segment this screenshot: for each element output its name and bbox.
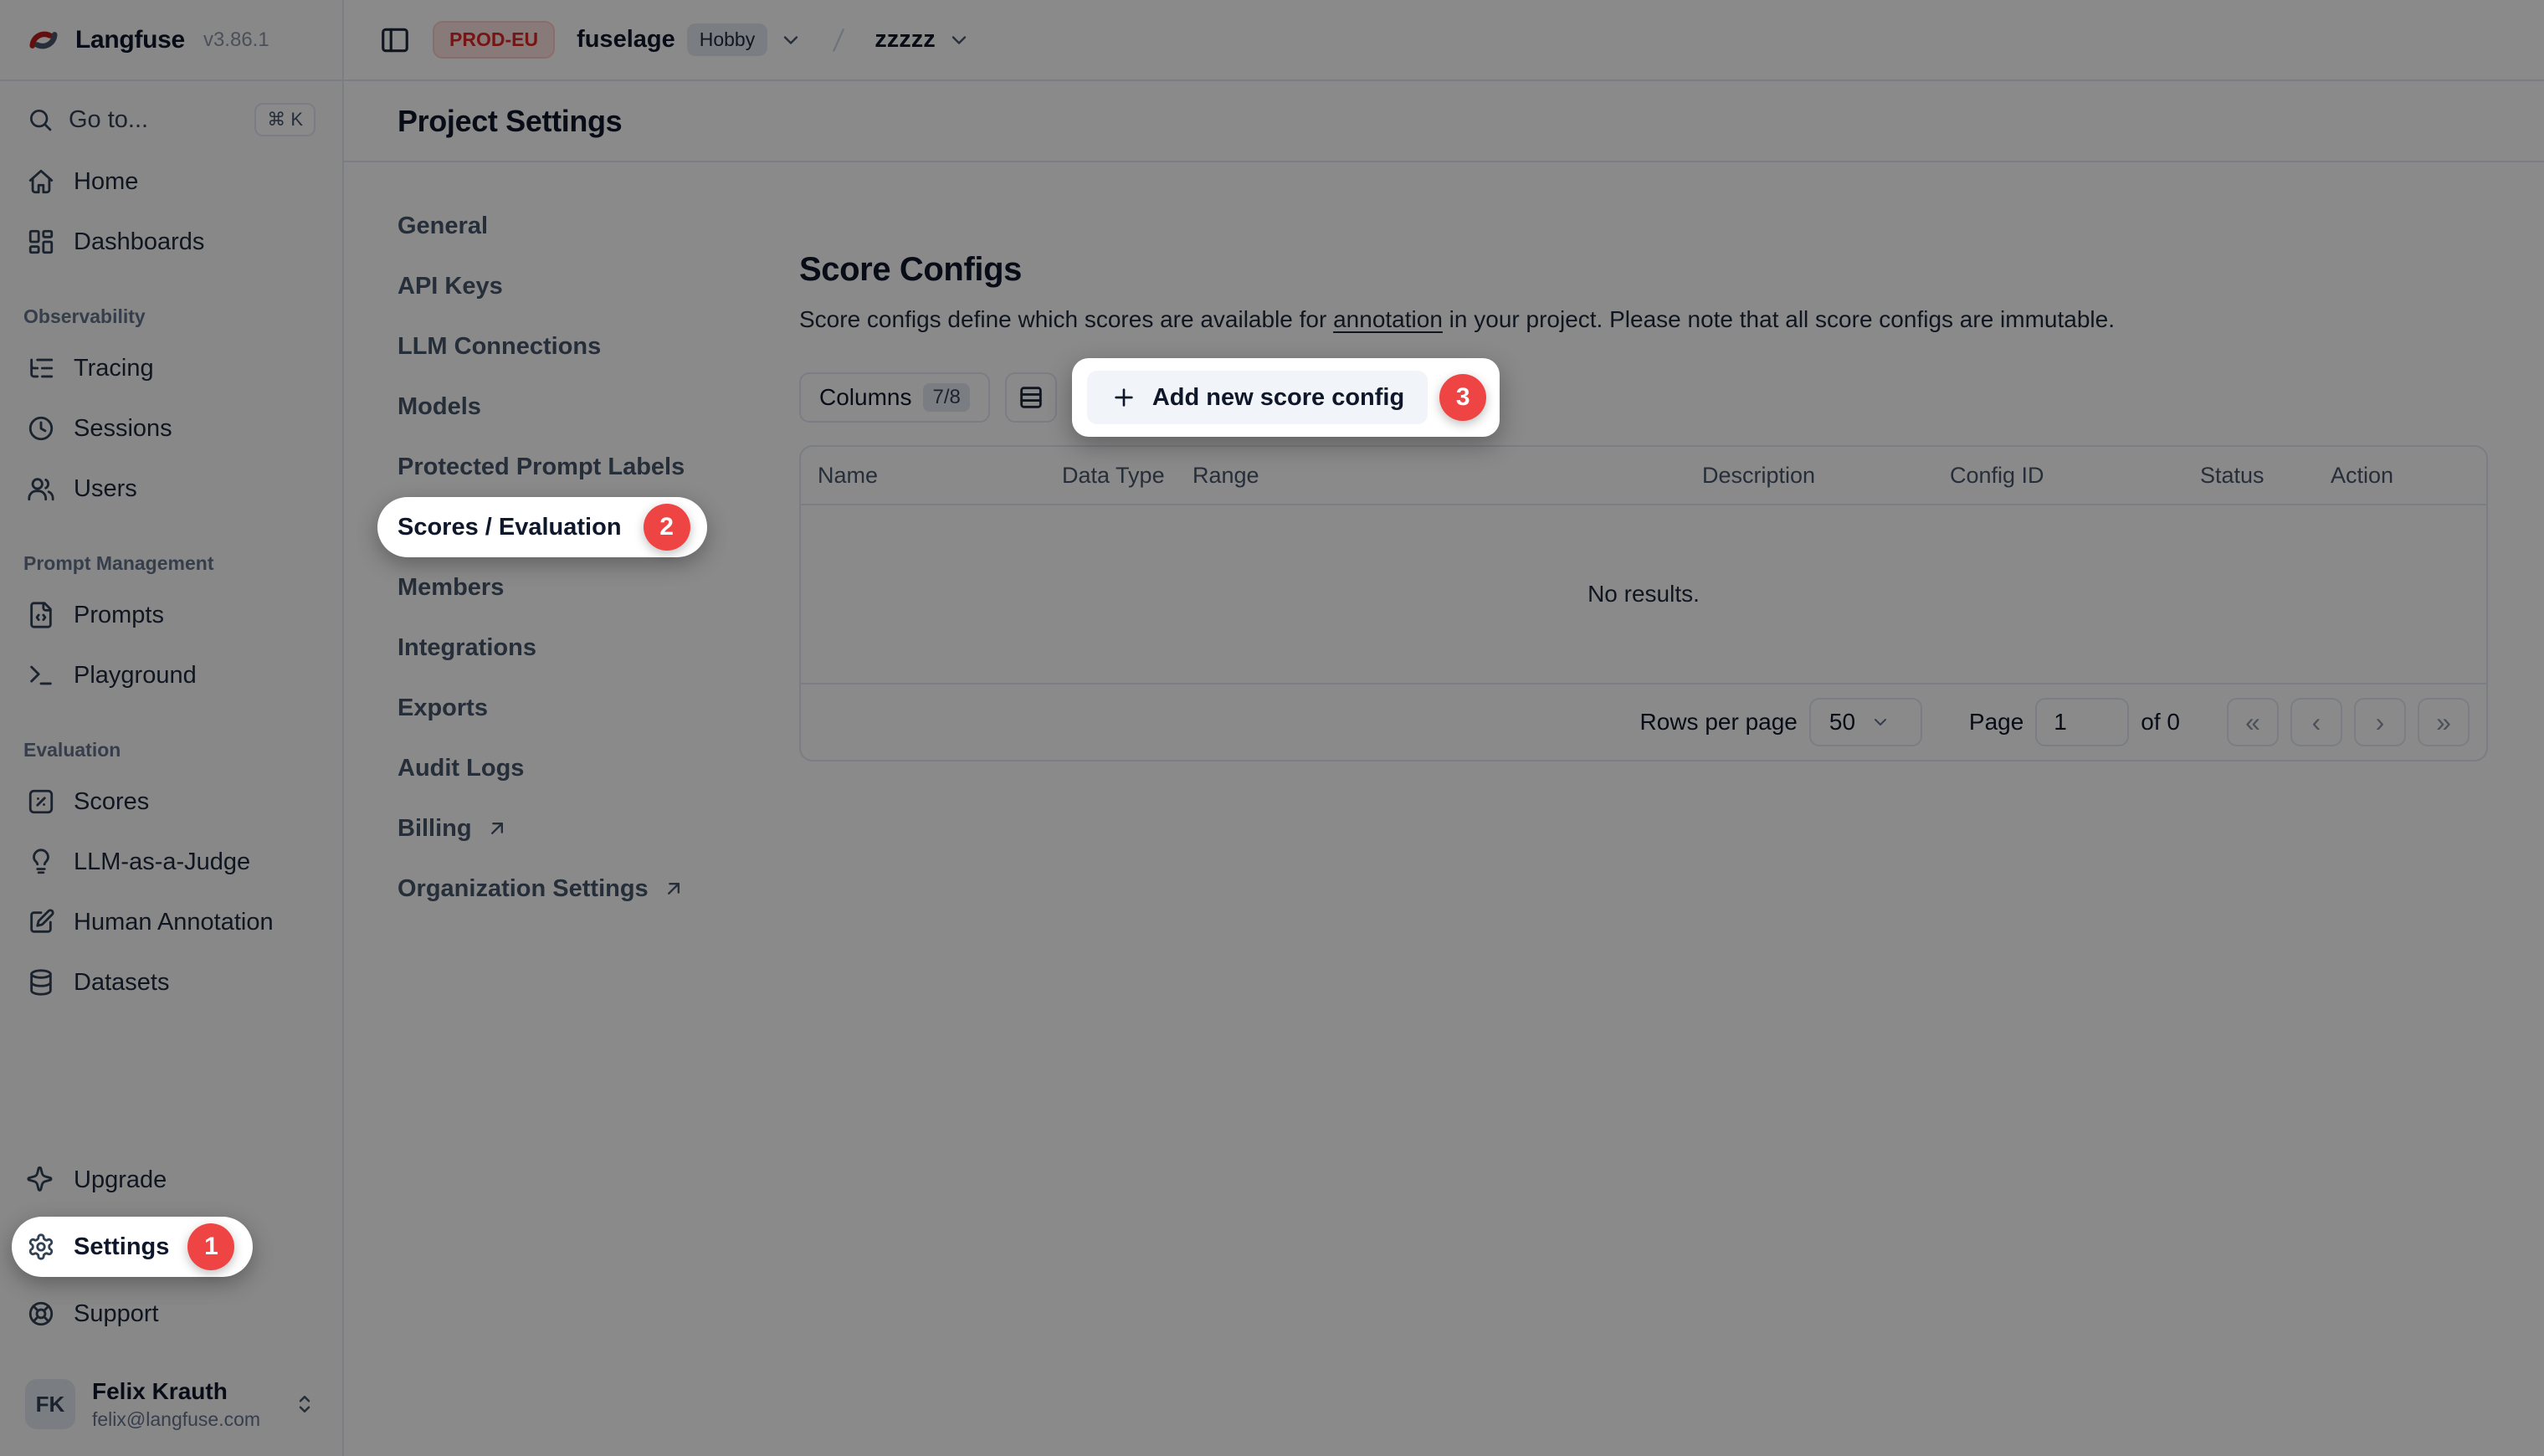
add-score-config-button[interactable]: Add new score config (1087, 371, 1428, 424)
sidebar-item-settings[interactable]: Settings 1 (12, 1217, 253, 1277)
plus-icon (1110, 384, 1137, 411)
tour-overlay (0, 0, 2544, 1456)
app-root: Langfuse v3.86.1 Go to... ⌘ K Home Dashb… (0, 0, 2544, 1456)
add-score-config-spotlight: Add new score config 3 (1072, 358, 1500, 437)
gear-icon (27, 1233, 55, 1261)
add-score-config-label: Add new score config (1152, 384, 1404, 412)
step-2-badge: 2 (644, 504, 690, 551)
step-1-badge: 1 (187, 1223, 234, 1270)
sidebar-item-label: Settings (74, 1233, 169, 1261)
settings-nav-scores-evaluation[interactable]: Scores / Evaluation 2 (377, 497, 707, 557)
settings-nav-label: Scores / Evaluation (398, 514, 622, 541)
step-3-badge: 3 (1439, 374, 1486, 421)
